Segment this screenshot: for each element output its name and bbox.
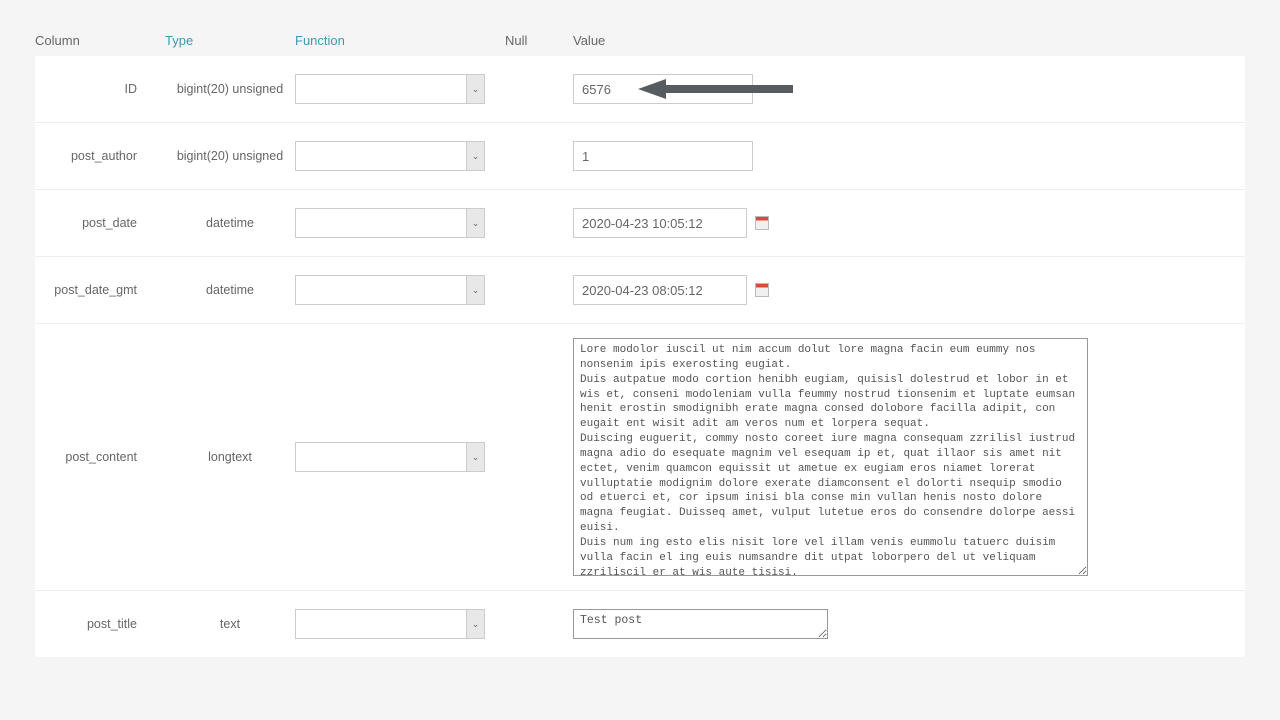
function-cell: ⌄ (295, 74, 505, 104)
function-select[interactable]: ⌄ (295, 442, 485, 472)
table-row: post_content longtext ⌄ (35, 323, 1245, 590)
value-input[interactable] (573, 208, 747, 238)
function-select[interactable]: ⌄ (295, 609, 485, 639)
function-cell: ⌄ (295, 275, 505, 305)
value-textarea[interactable] (573, 609, 828, 639)
chevron-down-icon: ⌄ (466, 276, 484, 304)
function-select[interactable]: ⌄ (295, 141, 485, 171)
header-null: Null (505, 33, 555, 48)
chevron-down-icon: ⌄ (466, 443, 484, 471)
chevron-down-icon: ⌄ (466, 209, 484, 237)
calendar-icon[interactable] (755, 283, 769, 297)
column-name: ID (35, 82, 165, 96)
column-type: bigint(20) unsigned (165, 149, 295, 163)
value-cell (555, 141, 1245, 171)
table-row: post_title text ⌄ (35, 590, 1245, 657)
table-row: ID bigint(20) unsigned ⌄ (35, 56, 1245, 122)
column-type: datetime (165, 283, 295, 297)
column-name: post_title (35, 617, 165, 631)
header-function[interactable]: Function (295, 33, 505, 48)
column-name: post_content (35, 450, 165, 464)
value-textarea[interactable] (573, 338, 1088, 576)
column-type: longtext (165, 450, 295, 464)
function-cell: ⌄ (295, 442, 505, 472)
function-cell: ⌄ (295, 141, 505, 171)
function-cell: ⌄ (295, 609, 505, 639)
db-edit-form: Column Type Function Null Value ID bigin… (0, 0, 1280, 682)
value-input[interactable] (573, 275, 747, 305)
value-input[interactable] (573, 74, 753, 104)
table-row: post_date_gmt datetime ⌄ (35, 256, 1245, 323)
column-type: bigint(20) unsigned (165, 82, 295, 96)
column-name: post_date (35, 216, 165, 230)
table-row: post_author bigint(20) unsigned ⌄ (35, 122, 1245, 189)
value-cell (555, 275, 1245, 305)
table-row: post_date datetime ⌄ (35, 189, 1245, 256)
header-type[interactable]: Type (165, 33, 295, 48)
chevron-down-icon: ⌄ (466, 75, 484, 103)
function-select[interactable]: ⌄ (295, 74, 485, 104)
value-cell (555, 208, 1245, 238)
value-cell (555, 338, 1245, 576)
calendar-icon[interactable] (755, 216, 769, 230)
value-cell (555, 74, 1245, 104)
header-value: Value (555, 33, 1245, 48)
header-column: Column (35, 33, 165, 48)
function-cell: ⌄ (295, 208, 505, 238)
function-select[interactable]: ⌄ (295, 208, 485, 238)
value-input[interactable] (573, 141, 753, 171)
column-type: datetime (165, 216, 295, 230)
function-select[interactable]: ⌄ (295, 275, 485, 305)
chevron-down-icon: ⌄ (466, 610, 484, 638)
column-type: text (165, 617, 295, 631)
value-cell (555, 609, 1245, 639)
table-header: Column Type Function Null Value (35, 25, 1245, 56)
column-name: post_author (35, 149, 165, 163)
chevron-down-icon: ⌄ (466, 142, 484, 170)
column-name: post_date_gmt (35, 283, 165, 297)
